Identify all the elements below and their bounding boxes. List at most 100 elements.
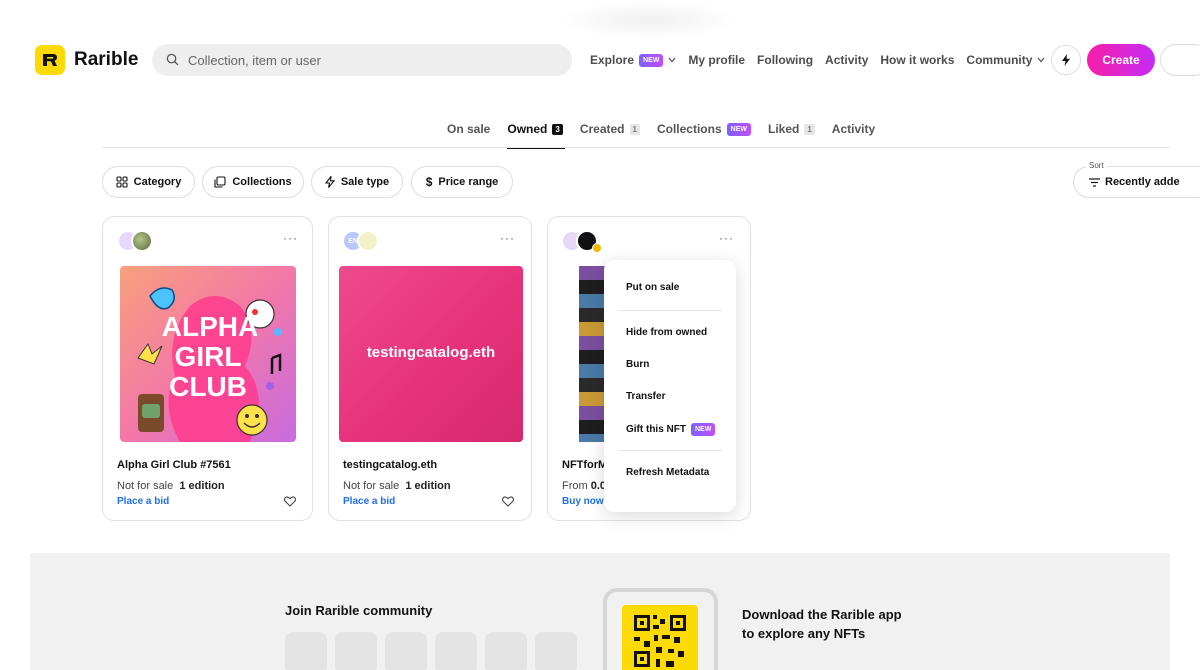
footer <box>30 553 1170 670</box>
owner-avatar[interactable] <box>131 230 153 252</box>
heart-icon[interactable] <box>283 494 297 512</box>
tab-label: On sale <box>447 122 491 136</box>
tab-owned[interactable]: Owned 3 <box>507 122 566 149</box>
nft-title[interactable]: Alpha Girl Club #7561 <box>117 459 231 471</box>
menu-gift-label: Gift this NFT <box>626 424 686 435</box>
buy-now-link[interactable]: Buy now <box>562 496 604 507</box>
join-community-title: Join Rarible community <box>285 603 433 618</box>
new-badge: NEW <box>639 53 664 67</box>
main-nav: Explore NEW My profile Following Activit… <box>590 52 1057 68</box>
owner-avatar[interactable] <box>357 230 379 252</box>
dollar-icon: $ <box>425 175 433 189</box>
more-icon[interactable]: ··· <box>719 231 734 245</box>
edition-count: 1 edition <box>179 480 225 492</box>
nft-title[interactable]: NFTforM <box>562 459 607 471</box>
price-range-filter[interactable]: $ Price range <box>411 166 513 198</box>
category-filter[interactable]: Category <box>102 166 195 198</box>
tab-count: 1 <box>804 123 815 135</box>
art-text: GIRL <box>175 341 242 372</box>
art-text: testingcatalog.eth <box>366 344 496 361</box>
nft-image[interactable]: testingcatalog.eth <box>339 266 523 442</box>
card-actions-menu: Put on sale Hide from owned Burn Transfe… <box>604 260 736 512</box>
nft-image[interactable]: ALPHA GIRL CLUB <box>120 266 296 442</box>
nft-card[interactable]: ··· ALPHA GIRL CLUB Alpha Girl Club #756… <box>102 216 313 521</box>
rarible-logo-icon <box>43 54 57 66</box>
verified-badge-icon <box>592 243 602 253</box>
place-bid-link[interactable]: Place a bid <box>343 496 395 507</box>
collections-icon <box>214 176 226 188</box>
sale-status: Not for sale <box>343 480 400 492</box>
heart-icon[interactable] <box>501 494 515 512</box>
menu-burn[interactable]: Burn <box>626 359 649 370</box>
brand-name[interactable]: Rarible <box>74 49 138 71</box>
place-bid-link[interactable]: Place a bid <box>117 496 169 507</box>
search-input[interactable] <box>188 52 548 68</box>
lightning-button[interactable] <box>1051 45 1081 75</box>
app-text-line: to explore any NFTs <box>742 626 866 641</box>
sale-type-filter[interactable]: Sale type <box>311 166 403 198</box>
qr-code-icon <box>634 615 686 667</box>
chevron-down-icon <box>668 57 676 63</box>
price-prefix: From <box>562 480 588 492</box>
grid-icon <box>116 176 128 188</box>
menu-refresh-metadata[interactable]: Refresh Metadata <box>626 467 709 478</box>
nav-following[interactable]: Following <box>757 53 813 67</box>
tab-label: Created <box>579 122 625 136</box>
more-icon[interactable]: ··· <box>500 231 515 245</box>
nav-community-label: Community <box>966 53 1033 67</box>
nft-sale-info: Not for sale 1 edition <box>117 480 225 492</box>
tab-label: Liked <box>768 122 800 136</box>
bolt-icon <box>324 176 335 188</box>
filter-label: Price range <box>438 176 499 188</box>
tab-label: Collections <box>656 122 722 136</box>
qr-code[interactable] <box>622 605 698 670</box>
nav-explore-label: Explore <box>590 53 635 67</box>
new-badge: NEW <box>726 122 751 136</box>
nav-how-it-works[interactable]: How it works <box>880 53 954 67</box>
bolt-icon <box>1062 54 1070 66</box>
social-button[interactable] <box>335 632 377 670</box>
chevron-down-icon <box>1037 57 1045 63</box>
nav-my-profile[interactable]: My profile <box>688 53 745 67</box>
sort-value-text: Recently adde <box>1105 176 1180 188</box>
social-button[interactable] <box>385 632 427 670</box>
nav-activity[interactable]: Activity <box>825 53 868 67</box>
tab-created[interactable]: Created 1 <box>580 122 640 147</box>
menu-gift[interactable]: Gift this NFT NEW <box>626 423 716 436</box>
profile-tabs: On sale Owned 3 Created 1 Collections NE… <box>447 122 892 149</box>
tab-count: 1 <box>629 123 640 135</box>
nft-card[interactable]: EN ··· testingcatalog.eth testingcatalog… <box>328 216 532 521</box>
sort-value[interactable]: Recently adde <box>1089 176 1180 188</box>
nft-title[interactable]: testingcatalog.eth <box>343 459 437 471</box>
edition-count: 1 edition <box>405 480 451 492</box>
tab-activity[interactable]: Activity <box>832 122 875 147</box>
social-button[interactable] <box>285 632 327 670</box>
wallet-button[interactable] <box>1160 44 1200 76</box>
tab-liked[interactable]: Liked 1 <box>768 122 815 147</box>
menu-hide-from-owned[interactable]: Hide from owned <box>626 327 707 338</box>
menu-put-on-sale[interactable]: Put on sale <box>626 282 679 293</box>
collections-filter[interactable]: Collections <box>202 166 304 198</box>
download-app-text: Download the Rarible app to explore any … <box>742 605 922 643</box>
social-button[interactable] <box>435 632 477 670</box>
tabs-divider <box>102 147 1170 148</box>
nav-explore[interactable]: Explore NEW <box>590 53 676 67</box>
filter-label: Sale type <box>340 176 390 188</box>
create-button[interactable]: Create <box>1087 44 1155 76</box>
tab-collections[interactable]: Collections NEW <box>657 122 751 147</box>
tab-label: Owned <box>507 122 548 136</box>
social-button[interactable] <box>485 632 527 670</box>
search-icon <box>166 53 180 67</box>
tab-on-sale[interactable]: On sale <box>447 122 490 147</box>
social-button[interactable] <box>535 632 577 670</box>
tab-count: 3 <box>552 123 563 135</box>
nav-community[interactable]: Community <box>966 53 1045 67</box>
more-icon[interactable]: ··· <box>283 231 298 245</box>
art-text: CLUB <box>169 371 247 402</box>
search-bar[interactable] <box>152 44 572 76</box>
menu-divider <box>618 310 722 311</box>
art-text: ALPHA <box>162 311 258 342</box>
app-text-line: Download the Rarible app <box>742 607 902 622</box>
menu-transfer[interactable]: Transfer <box>626 391 665 402</box>
rarible-logo[interactable] <box>35 45 65 75</box>
